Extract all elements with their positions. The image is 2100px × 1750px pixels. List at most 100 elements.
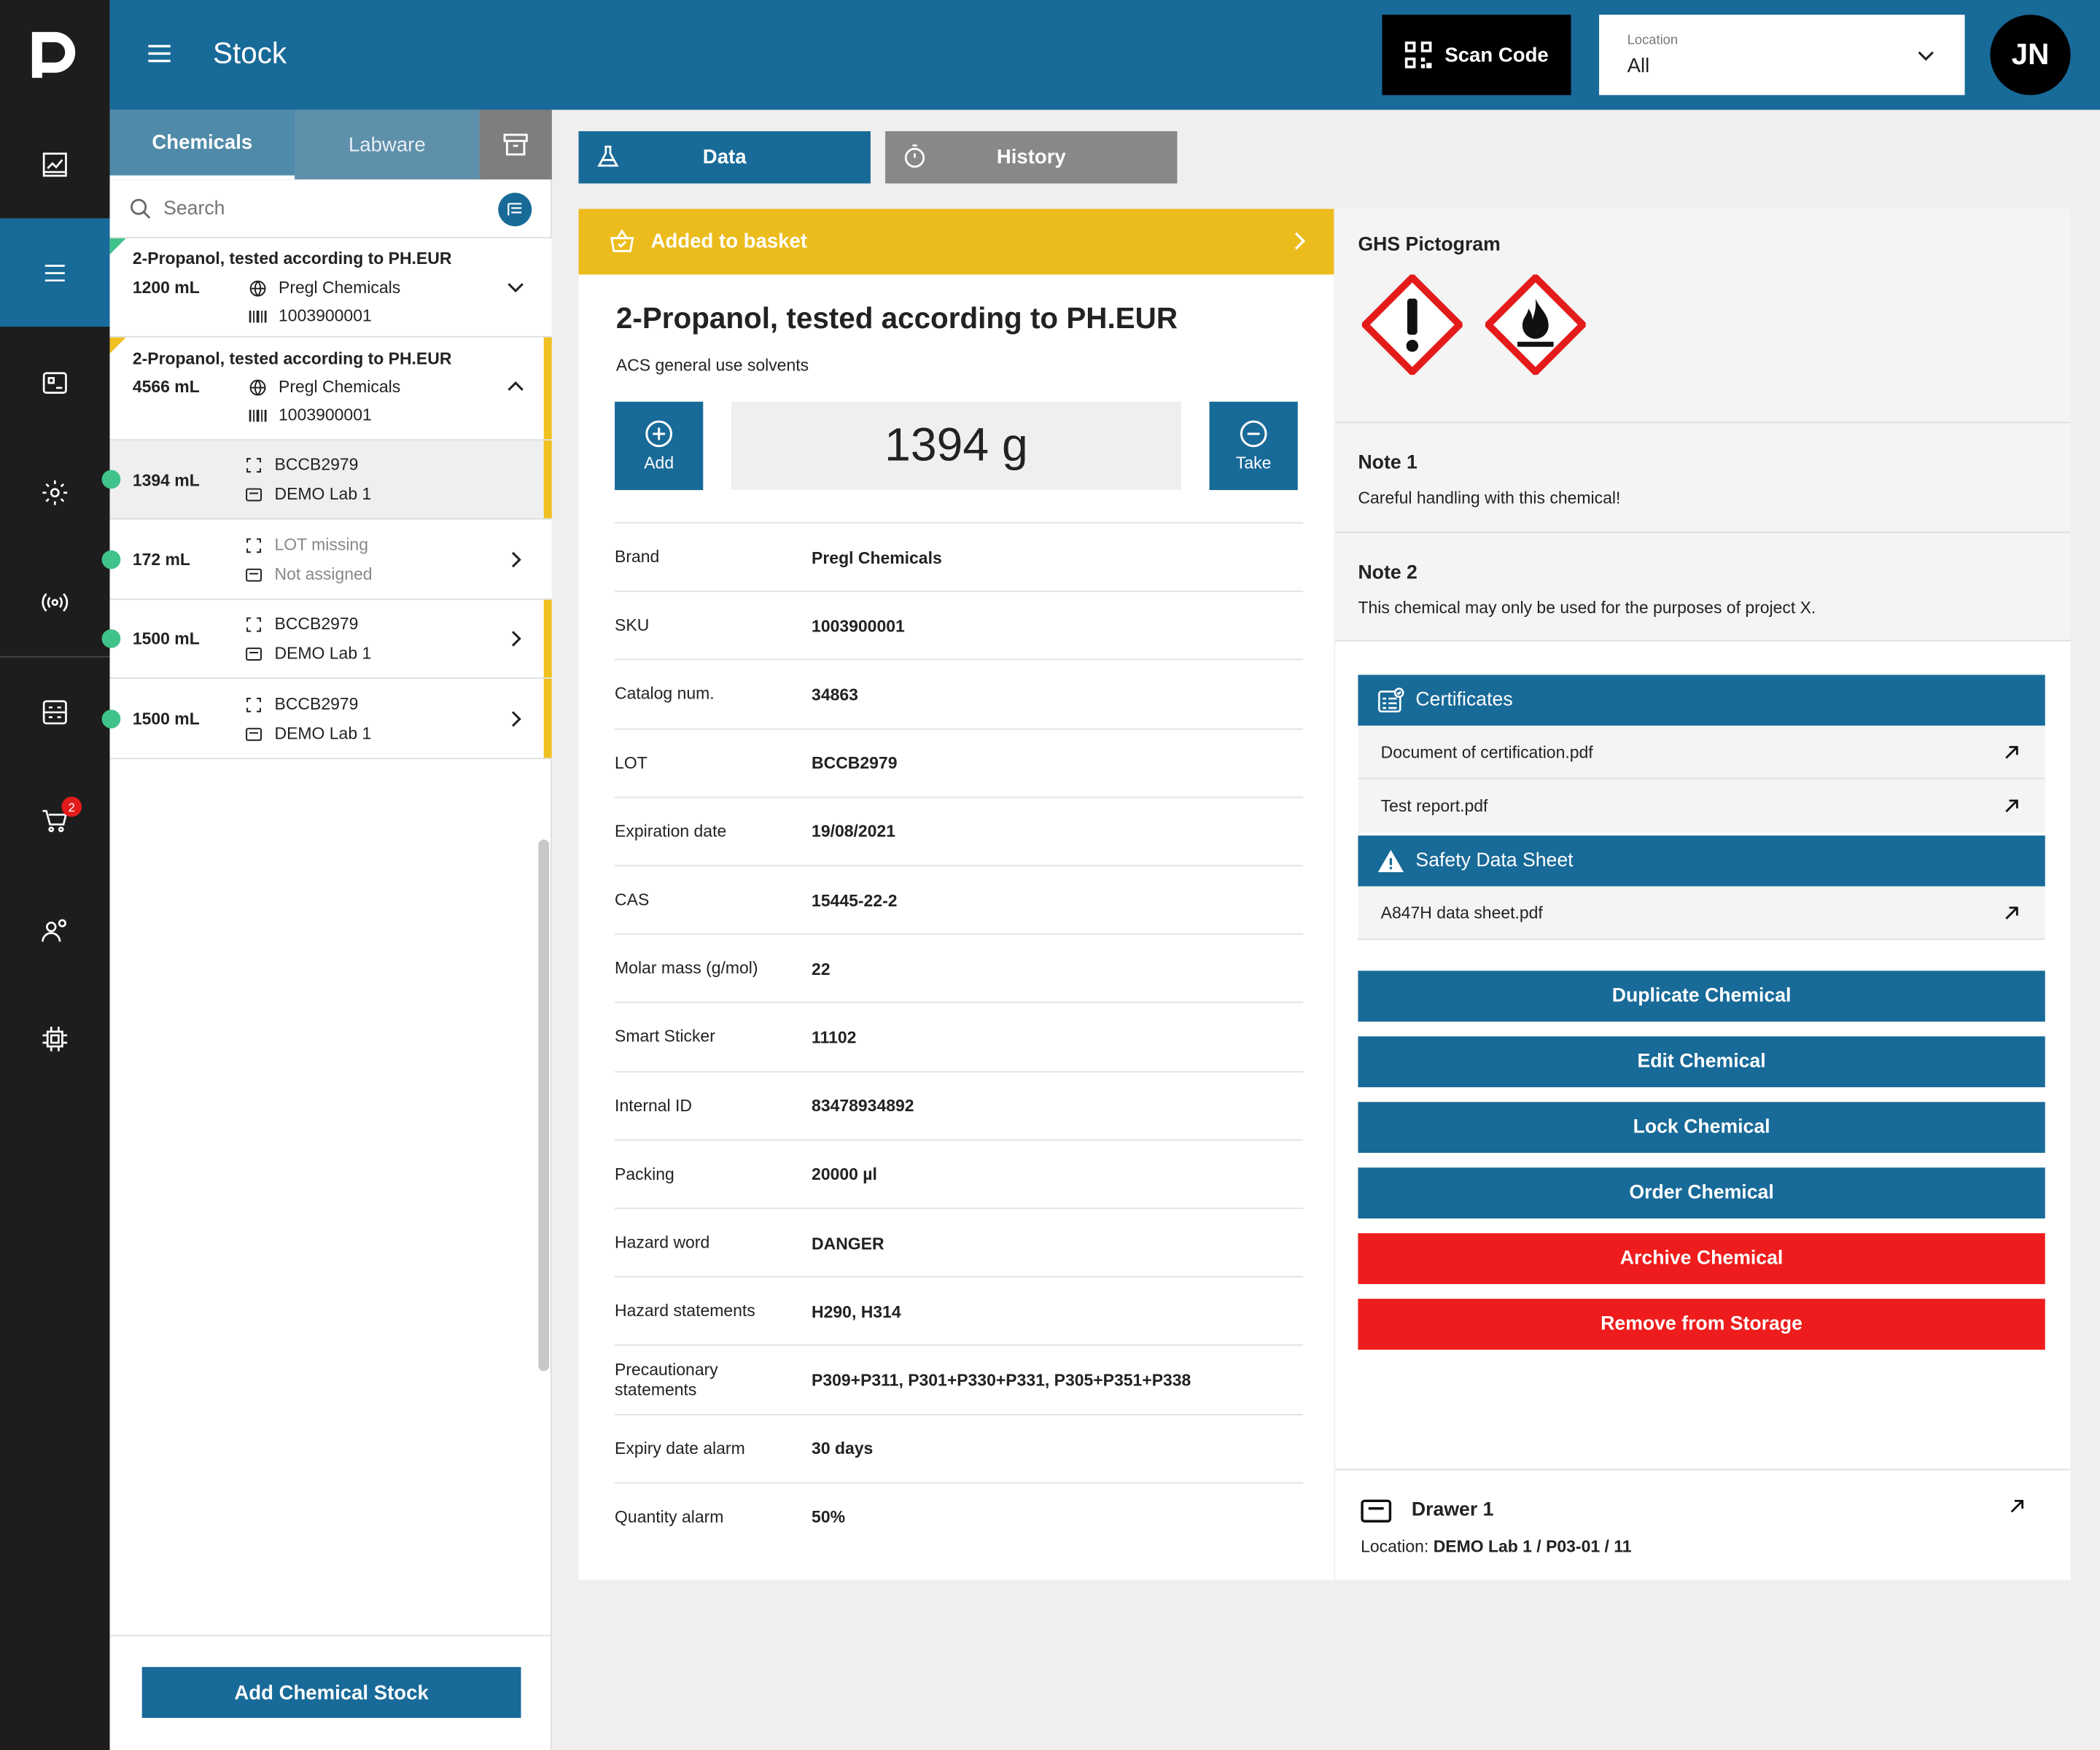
group-brand-row: Pregl Chemicals: [249, 279, 400, 298]
list-group[interactable]: 2-Propanol, tested according to PH.EUR 4…: [109, 337, 552, 441]
file-link[interactable]: Document of certification.pdf: [1358, 726, 2045, 779]
chevron-right-icon[interactable]: [504, 548, 528, 572]
open-external-icon[interactable]: [2007, 1497, 2026, 1516]
property-value: 15445-22-2: [812, 891, 898, 910]
edit-chemical-button[interactable]: Edit Chemical: [1358, 1036, 2045, 1088]
tab-history[interactable]: History: [885, 131, 1178, 184]
search-bar: [109, 179, 552, 238]
basket-banner[interactable]: Added to basket: [578, 209, 1334, 275]
list-icon[interactable]: [0, 218, 110, 327]
scan-frame-icon: [246, 537, 262, 553]
filter-icon[interactable]: [498, 192, 532, 227]
add-quantity-button[interactable]: Add: [615, 401, 704, 491]
list-item[interactable]: 1500 mL BCCB2979 DEMO Lab 1: [101, 599, 552, 680]
tab-data[interactable]: Data: [578, 131, 871, 184]
property-row: Hazard statements H290, H314: [615, 1276, 1304, 1345]
file-name: A847H data sheet.pdf: [1380, 903, 1543, 922]
certificate-icon: [1378, 687, 1404, 712]
sds-title: Safety Data Sheet: [1415, 850, 1574, 872]
file-link[interactable]: A847H data sheet.pdf: [1358, 886, 2045, 941]
property-value: 22: [812, 960, 831, 979]
group-code-row: 1003900001: [249, 405, 372, 424]
dashboard-icon[interactable]: [0, 110, 110, 219]
settings-gear-icon[interactable]: [0, 438, 110, 546]
chevron-right-icon[interactable]: [504, 626, 528, 650]
tab-labware[interactable]: Labware: [295, 110, 479, 179]
property-row: Internal ID 83478934892: [615, 1070, 1304, 1139]
archive-icon[interactable]: [479, 109, 552, 180]
remove-from-storage-button[interactable]: Remove from Storage: [1358, 1299, 2045, 1350]
duplicate-chemical-button[interactable]: Duplicate Chemical: [1358, 971, 2045, 1022]
group-qty: 1200 mL: [132, 278, 200, 298]
property-value: DANGER: [812, 1234, 884, 1253]
property-value: 30 days: [812, 1439, 874, 1458]
chemical-side-panel: GHS Pictogram Note 1 Careful handling wi…: [1335, 209, 2071, 1580]
group-code-row: 1003900001: [249, 306, 372, 326]
property-label: Expiration date: [615, 822, 727, 841]
item-location-row: DEMO Lab 1: [245, 484, 372, 504]
chevron-down-icon[interactable]: [504, 276, 528, 300]
qr-code-icon: [1404, 41, 1431, 69]
certificates-title: Certificates: [1415, 689, 1513, 712]
list-tabs: Chemicals Labware: [109, 109, 552, 180]
scrollbar[interactable]: [538, 839, 550, 1372]
archive-chemical-button[interactable]: Archive Chemical: [1358, 1233, 2045, 1285]
property-row: Expiry date alarm 30 days: [615, 1413, 1304, 1482]
lock-chemical-button[interactable]: Lock Chemical: [1358, 1102, 2045, 1154]
nav-rail: 2: [0, 0, 110, 1750]
drawer-location-row: Location: DEMO Lab 1 / P03-01 / 11: [1361, 1537, 1631, 1556]
order-chemical-button[interactable]: Order Chemical: [1358, 1167, 2045, 1219]
search-input[interactable]: [163, 191, 485, 227]
chevron-right-icon[interactable]: [504, 707, 528, 731]
storage-icon: [246, 567, 262, 581]
file-name: Document of certification.pdf: [1380, 742, 1593, 761]
report-icon[interactable]: [0, 658, 110, 766]
user-settings-icon[interactable]: [0, 876, 110, 984]
take-label: Take: [1235, 454, 1272, 473]
cart-icon[interactable]: 2: [0, 766, 110, 874]
scan-code-button[interactable]: Scan Code: [1382, 15, 1571, 96]
storage-icon[interactable]: [0, 328, 110, 437]
list-item[interactable]: 172 mL LOT missing Not assigned: [101, 519, 552, 600]
warning-icon: [1377, 849, 1404, 872]
item-location-row: DEMO Lab 1: [245, 644, 371, 663]
property-label: Quantity alarm: [615, 1507, 724, 1527]
property-value: H290, H314: [812, 1302, 901, 1321]
item-location: DEMO Lab 1: [274, 484, 372, 504]
property-label: Brand: [615, 548, 660, 567]
item-lot: BCCB2979: [274, 455, 359, 475]
barcode-icon: [249, 310, 267, 322]
group-code: 1003900001: [279, 306, 372, 326]
note-card: Note 1 Careful handling with this chemic…: [1335, 421, 2071, 532]
stopwatch-icon: [904, 144, 925, 168]
basket-indicator: [543, 679, 552, 758]
avatar[interactable]: JN: [1990, 15, 2071, 96]
property-row: Smart Sticker 11102: [615, 1002, 1304, 1070]
basket-indicator: [543, 440, 552, 518]
list-item[interactable]: 1394 mL BCCB2979 DEMO Lab 1: [101, 440, 552, 520]
property-value: 20000 µl: [812, 1165, 877, 1184]
property-row: Molar mass (g/mol) 22: [615, 933, 1304, 1002]
drawer-card[interactable]: Drawer 1 Location: DEMO Lab 1 / P03-01 /…: [1335, 1469, 2071, 1579]
list-group[interactable]: 2-Propanol, tested according to PH.EUR 1…: [109, 238, 552, 338]
file-link[interactable]: Test report.pdf: [1358, 779, 2045, 833]
menu-icon[interactable]: [144, 39, 174, 75]
add-chemical-stock-button[interactable]: Add Chemical Stock: [141, 1667, 521, 1718]
property-value: 34863: [812, 685, 858, 704]
sensor-icon[interactable]: [0, 546, 110, 655]
status-corner-yellow: [109, 337, 126, 354]
storage-icon: [246, 647, 262, 661]
property-label: CAS: [615, 890, 650, 909]
location-select[interactable]: Location All: [1599, 15, 1965, 96]
property-label: Internal ID: [615, 1096, 692, 1115]
tab-chemicals[interactable]: Chemicals: [109, 109, 295, 180]
note-title: Note 1: [1358, 452, 1418, 475]
chip-icon[interactable]: [0, 984, 110, 1093]
page-title: Stock: [213, 36, 287, 70]
take-quantity-button[interactable]: Take: [1209, 401, 1298, 491]
chevron-up-icon[interactable]: [504, 375, 528, 399]
chemical-detail-panel: Added to basket 2-Propanol, tested accor…: [578, 209, 1334, 1580]
list-item[interactable]: 1500 mL BCCB2979 DEMO Lab 1: [101, 679, 552, 760]
plus-circle-icon: [645, 420, 673, 448]
logo-icon[interactable]: [0, 0, 110, 109]
